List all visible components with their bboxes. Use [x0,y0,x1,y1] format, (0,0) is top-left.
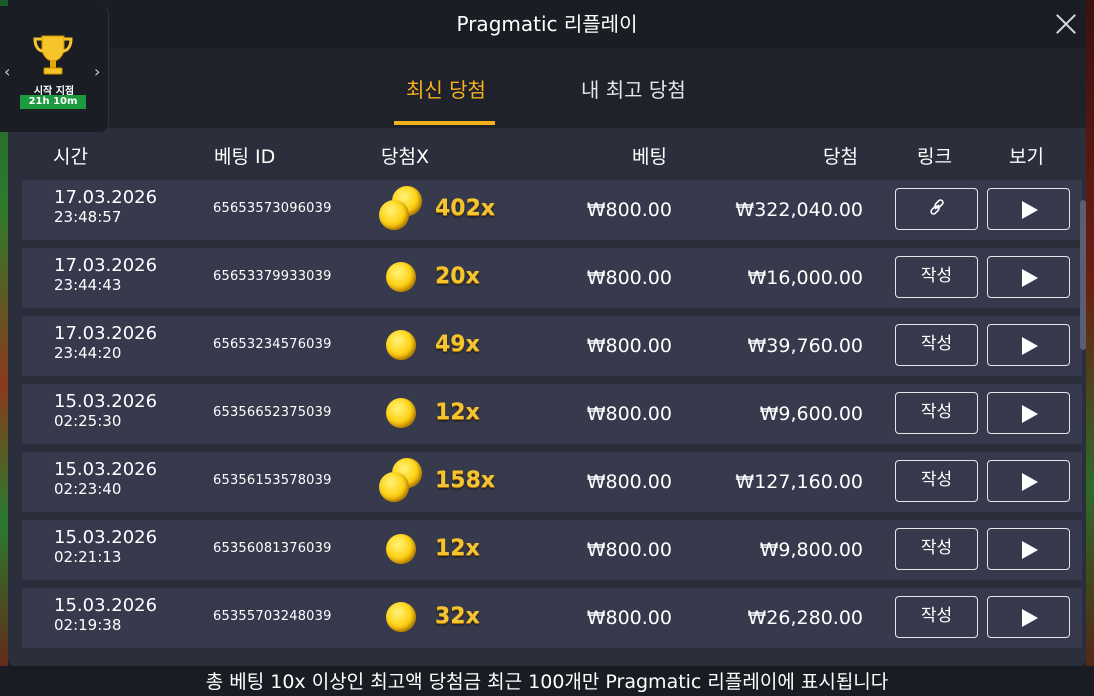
row-multiplier: 20x [435,264,480,289]
play-replay-button[interactable] [987,528,1070,570]
create-link-button[interactable]: 작성 [895,324,978,366]
play-replay-button[interactable] [987,596,1070,638]
table-row: 17.03.2026 23:44:20 65653234576039 49x ₩800.… [22,316,1082,376]
column-header-view: 보기 [1009,146,1044,168]
play-replay-button[interactable] [987,460,1070,502]
row-bet-amount: ₩800.00 [586,199,672,221]
play-replay-button[interactable] [987,256,1070,298]
table-row: 15.03.2026 02:21:13 65356081376039 12x ₩800.… [22,520,1082,580]
game-background-right [1086,0,1094,696]
replay-modal: Pragmatic 리플레이 최신 당첨 내 최고 당첨 시간 베팅 ID 당첨… [8,0,1086,666]
table-row: 15.03.2026 02:25:30 65356652375039 12x ₩800.… [22,384,1082,444]
row-date: 15.03.2026 [54,595,158,616]
column-header-link: 링크 [917,146,952,168]
coin-icon [386,398,416,428]
row-win-amount: ₩26,280.00 [747,607,863,629]
modal-header: Pragmatic 리플레이 [8,0,1086,48]
row-time: 23:44:43 [54,276,122,294]
tab-my-best-wins[interactable]: 내 최고 당첨 [581,74,686,103]
coin-icon [386,602,416,632]
column-header-bet-id: 베팅 ID [214,146,276,168]
row-time: 02:23:40 [54,480,122,498]
row-multiplier: 32x [435,604,480,629]
row-date: 15.03.2026 [54,391,158,412]
column-header-time: 시간 [53,146,88,168]
row-date: 17.03.2026 [54,187,158,208]
row-time: 02:21:13 [54,548,122,566]
row-time: 23:48:57 [54,208,122,226]
row-time: 23:44:20 [54,344,122,362]
modal-title: Pragmatic 리플레이 [456,12,638,36]
row-bet-id: 65356153578039 [213,473,332,488]
row-bet-id: 65653379933039 [213,269,332,284]
row-bet-id: 65356652375039 [213,405,332,420]
play-replay-button[interactable] [987,188,1070,230]
active-tab-indicator [394,121,495,125]
play-replay-button[interactable] [987,392,1070,434]
coin-icon [386,330,416,360]
link-icon [929,198,944,215]
copy-link-button[interactable] [895,188,978,230]
row-multiplier: 12x [435,400,480,425]
row-bet-amount: ₩800.00 [586,403,672,425]
row-win-amount: ₩39,760.00 [747,335,863,357]
wins-table: 17.03.2026 23:48:57 65653573096039 402x ₩800… [22,180,1082,666]
row-multiplier: 49x [435,332,480,357]
row-win-amount: ₩16,000.00 [747,267,863,289]
column-header-win: 당첨 [823,146,858,168]
create-link-button[interactable]: 작성 [895,460,978,502]
create-link-button[interactable]: 작성 [895,528,978,570]
row-win-amount: ₩9,600.00 [759,403,863,425]
row-multiplier: 402x [435,196,496,221]
create-link-button[interactable]: 작성 [895,392,978,434]
footer-text: 총 베팅 10x 이상인 최고액 당첨금 최근 100개만 Pragmatic … [205,671,889,693]
row-bet-id: 65653573096039 [213,201,332,216]
row-win-amount: ₩9,800.00 [759,539,863,561]
scrollbar-thumb[interactable] [1080,200,1086,350]
play-replay-button[interactable] [987,324,1070,366]
row-bet-amount: ₩800.00 [586,539,672,561]
row-bet-id: 65355703248039 [213,609,332,624]
row-bet-id: 65653234576039 [213,337,332,352]
row-time: 02:19:38 [54,616,122,634]
tab-bar: 최신 당첨 내 최고 당첨 [8,48,1086,128]
table-row: 17.03.2026 23:48:57 65653573096039 402x ₩800… [22,180,1082,240]
row-bet-amount: ₩800.00 [586,267,672,289]
row-bet-id: 65356081376039 [213,541,332,556]
chevron-left-icon[interactable]: ‹ [4,62,10,81]
row-bet-amount: ₩800.00 [586,335,672,357]
row-date: 15.03.2026 [54,459,158,480]
tournament-timer: 21h 10m [20,95,86,109]
trophy-icon [33,35,73,75]
footer-notice: 총 베팅 10x 이상인 최고액 당첨금 최근 100개만 Pragmatic … [0,666,1094,696]
table-row: 17.03.2026 23:44:43 65653379933039 20x ₩800.… [22,248,1082,308]
create-link-button[interactable]: 작성 [895,256,978,298]
row-bet-amount: ₩800.00 [586,607,672,629]
create-link-button[interactable]: 작성 [895,596,978,638]
row-time: 02:25:30 [54,412,122,430]
row-date: 17.03.2026 [54,323,158,344]
coin-icon [379,200,409,230]
tournament-widget[interactable]: ‹ › 시작 지점 21h 10m [0,6,108,132]
row-bet-amount: ₩800.00 [586,471,672,493]
row-multiplier: 158x [435,468,496,493]
column-header-bet: 베팅 [632,146,667,168]
row-win-amount: ₩127,160.00 [735,471,863,493]
coin-icon [379,472,409,502]
table-header: 시간 베팅 ID 당첨X 베팅 당첨 링크 보기 [8,128,1086,180]
row-date: 15.03.2026 [54,527,158,548]
table-row: 15.03.2026 02:19:38 65355703248039 32x ₩800.… [22,588,1082,648]
close-icon[interactable] [1050,8,1082,40]
row-date: 17.03.2026 [54,255,158,276]
row-win-amount: ₩322,040.00 [735,199,863,221]
table-row: 15.03.2026 02:23:40 65356153578039 158x ₩800… [22,452,1082,512]
chevron-right-icon[interactable]: › [94,62,100,81]
coin-icon [386,262,416,292]
column-header-multiplier: 당첨X [381,146,429,168]
tab-latest-wins[interactable]: 최신 당첨 [406,74,486,103]
row-multiplier: 12x [435,536,480,561]
coin-icon [386,534,416,564]
